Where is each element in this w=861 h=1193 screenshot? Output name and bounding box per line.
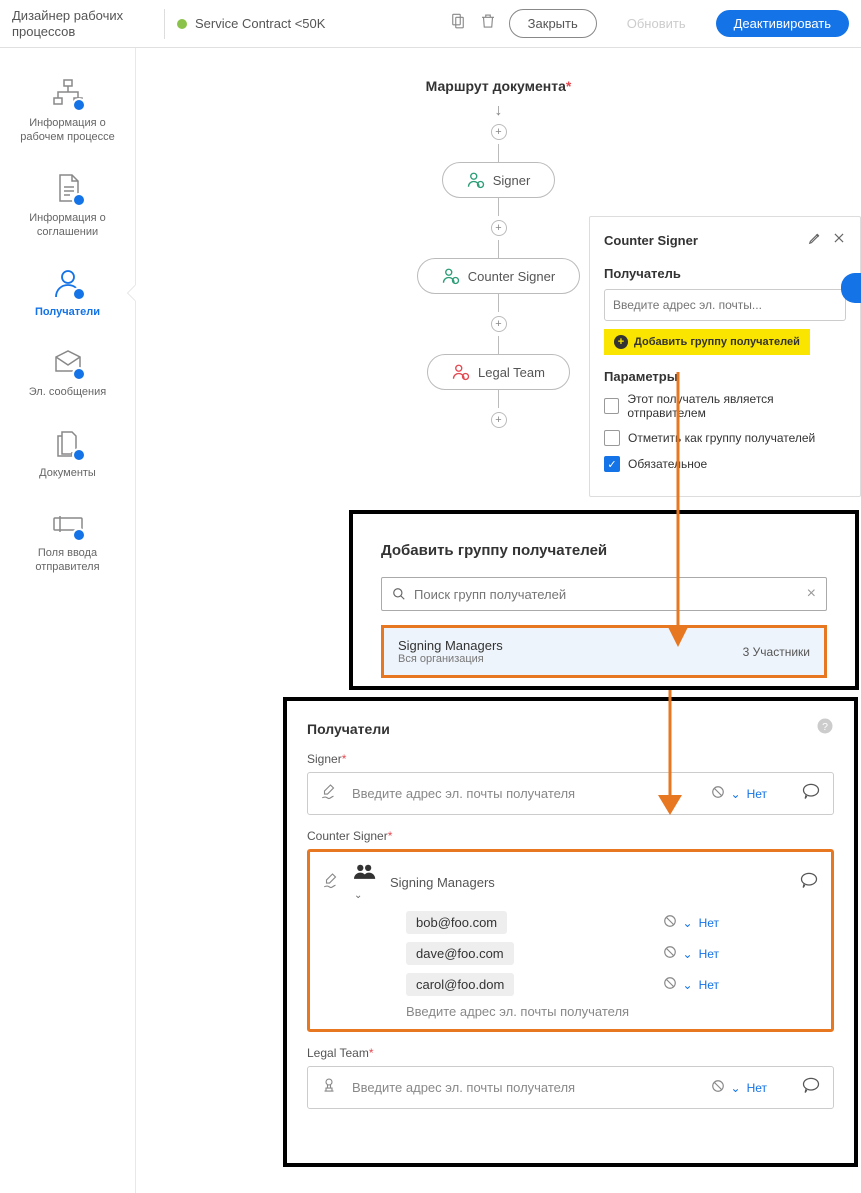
svg-text:?: ? — [822, 721, 828, 733]
option-is-sender[interactable]: Этот получатель является отправителем — [604, 392, 846, 420]
legal-team-input-row[interactable]: Введите адрес эл. почты получателя ⌄ Нет — [307, 1066, 834, 1109]
member-row: dave@foo.com ⌄Нет — [322, 942, 819, 965]
signer-label: Signer* — [307, 752, 834, 766]
add-node-button[interactable]: + — [491, 316, 507, 332]
deactivate-button[interactable]: Деактивировать — [716, 10, 849, 37]
add-node-button[interactable]: + — [491, 220, 507, 236]
option-required[interactable]: ✓ Обязательное — [604, 456, 846, 472]
none-icon — [711, 1079, 725, 1096]
recipient-email-input[interactable] — [604, 289, 846, 321]
pen-icon — [320, 782, 338, 805]
envelope-icon — [52, 347, 84, 379]
trash-icon[interactable] — [479, 12, 497, 35]
header-actions: Закрыть Обновить Деактивировать — [449, 9, 849, 38]
input-field-icon — [52, 508, 84, 540]
flow-node-counter-signer[interactable]: Counter Signer — [417, 258, 580, 294]
flow-node-signer[interactable]: Signer — [442, 162, 556, 198]
files-icon — [52, 428, 84, 460]
refresh-button: Обновить — [609, 10, 704, 37]
option-mark-as-group[interactable]: Отметить как группу получателей — [604, 430, 846, 446]
hierarchy-icon — [52, 78, 84, 110]
close-icon[interactable] — [832, 231, 846, 250]
recipient-panel: Counter Signer Получатель + Добавить гру… — [589, 216, 861, 497]
checkbox-icon — [604, 398, 619, 414]
auth-dropdown[interactable]: ⌄Нет — [663, 914, 720, 931]
member-row: bob@foo.com ⌄Нет — [322, 911, 819, 934]
params-section-label: Параметры — [604, 369, 846, 384]
legal-team-label: Legal Team* — [307, 1046, 834, 1060]
stamp-icon — [320, 1076, 338, 1099]
auth-dropdown[interactable]: ⌄Нет — [663, 976, 720, 993]
recipients-form: Получатели ? Signer* Введите адрес эл. п… — [283, 697, 858, 1167]
app-header: Дизайнер рабочих процессов Service Contr… — [0, 0, 861, 48]
sidebar-item-recipients[interactable]: Получатели — [0, 253, 135, 333]
sidebar-item-documents[interactable]: Документы — [0, 414, 135, 494]
panel-title: Counter Signer — [604, 233, 698, 248]
auth-dropdown[interactable]: ⌄ Нет — [711, 785, 768, 802]
member-row: carol@foo.dom ⌄Нет — [322, 973, 819, 996]
group-icon[interactable]: ⌄ — [354, 862, 376, 903]
none-icon — [711, 785, 725, 802]
sidebar-item-sender-fields[interactable]: Поля ввода отправителя — [0, 494, 135, 589]
message-icon[interactable] — [799, 870, 819, 895]
status-dot-icon — [177, 19, 187, 29]
arrow-down-icon: ↓ — [495, 102, 503, 120]
pen-icon — [322, 871, 340, 894]
copy-icon[interactable] — [449, 12, 467, 35]
form-title: Получатели — [307, 721, 390, 737]
add-group-dialog: Добавить группу получателей × Signing Ma… — [349, 510, 859, 690]
flow-node-legal-team[interactable]: Legal Team — [427, 354, 570, 390]
route-title: Маршрут документа* — [156, 78, 841, 94]
add-node-button[interactable]: + — [491, 412, 507, 428]
help-icon[interactable]: ? — [816, 717, 834, 740]
auth-dropdown[interactable]: ⌄ Нет — [711, 1079, 768, 1096]
group-search-input[interactable]: × — [381, 577, 827, 611]
person-icon — [52, 267, 84, 299]
checkbox-icon — [604, 430, 620, 446]
message-icon[interactable] — [801, 1075, 821, 1100]
sidebar-item-emails[interactable]: Эл. сообщения — [0, 333, 135, 413]
chevron-down-icon: ⌄ — [731, 787, 741, 801]
feedback-tab[interactable] — [841, 273, 861, 303]
sidebar: Информация о рабочем процессе Информация… — [0, 48, 136, 1193]
counter-signer-label: Counter Signer* — [307, 829, 834, 843]
sidebar-item-workflow-info[interactable]: Информация о рабочем процессе — [0, 64, 135, 159]
divider — [164, 9, 165, 39]
close-button[interactable]: Закрыть — [509, 9, 597, 38]
add-member-input[interactable]: Введите адрес эл. почты получателя — [322, 1004, 819, 1019]
checkbox-checked-icon: ✓ — [604, 456, 620, 472]
add-recipient-group-button[interactable]: + Добавить группу получателей — [604, 329, 810, 355]
document-icon — [52, 173, 84, 205]
add-node-button[interactable]: + — [491, 124, 507, 140]
clear-search-icon[interactable]: × — [807, 585, 816, 603]
recipient-section-label: Получатель — [604, 266, 846, 281]
document-name: Service Contract <50K — [195, 16, 449, 31]
counter-signer-group-box: ⌄ Signing Managers bob@foo.com ⌄Нет dave… — [307, 849, 834, 1032]
message-icon[interactable] — [801, 781, 821, 806]
edit-icon[interactable] — [808, 231, 822, 250]
sidebar-item-agreement-info[interactable]: Информация о соглашении — [0, 159, 135, 254]
search-icon — [392, 587, 406, 601]
chevron-down-icon: ⌄ — [731, 1081, 741, 1095]
plus-circle-icon: + — [614, 335, 628, 349]
dialog-title: Добавить группу получателей — [381, 542, 827, 559]
group-result-row[interactable]: Signing Managers Вся организация 3 Участ… — [381, 625, 827, 678]
app-title: Дизайнер рабочих процессов — [12, 8, 152, 39]
signer-input-row[interactable]: Введите адрес эл. почты получателя ⌄ Нет — [307, 772, 834, 815]
auth-dropdown[interactable]: ⌄Нет — [663, 945, 720, 962]
